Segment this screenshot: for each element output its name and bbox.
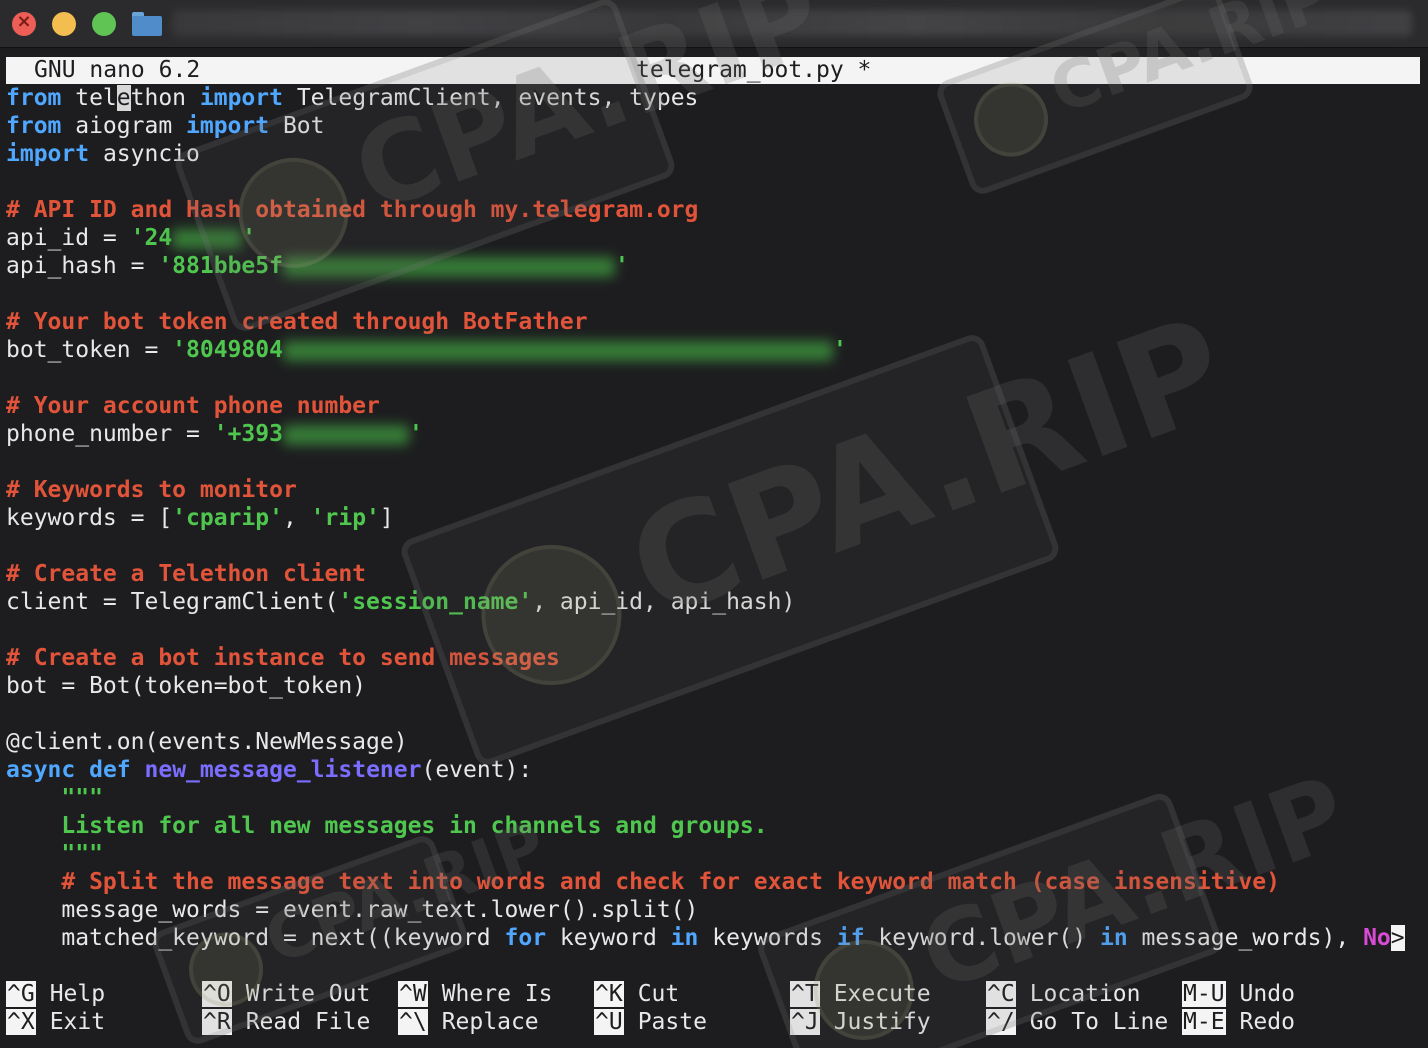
shortcut-read-file[interactable]: ^R Read File <box>202 1008 370 1036</box>
shortcut-help[interactable]: ^G Help <box>6 980 105 1008</box>
code-line: # Create a Telethon client <box>6 561 367 587</box>
text-cursor: e <box>116 85 131 111</box>
code-line: # Your bot token created through BotFath… <box>6 309 588 335</box>
code-line: api_hash = '881bbe5f ' <box>6 253 629 279</box>
code-line: import asyncio <box>6 141 200 167</box>
code-line: # API ID and Hash obtained through my.te… <box>6 197 699 223</box>
code-line: bot = Bot(token=bot_token) <box>6 673 367 699</box>
code-line: @client.on(events.NewMessage) <box>6 729 408 755</box>
code-line: message_words = event.raw_text.lower().s… <box>6 897 699 923</box>
code-line: keywords = ['cparip', 'rip'] <box>6 505 394 531</box>
code-line: from aiogram import Bot <box>6 113 325 139</box>
shortcut-undo[interactable]: M-U Undo <box>1182 980 1295 1008</box>
redacted-api-id <box>172 228 243 249</box>
zoom-window-button[interactable] <box>92 12 116 36</box>
code-line: matched_keyword = next((keyword for keyw… <box>6 925 1405 951</box>
code-line: api_id = '24 ' <box>6 225 257 251</box>
shortcut-go-to-line[interactable]: ^/Go To Line <box>986 1008 1168 1036</box>
shortcut-write-out[interactable]: ^O Write Out <box>202 980 370 1008</box>
shortcut-execute[interactable]: ^T Execute <box>790 980 931 1008</box>
shortcut-bar: ^G Help ^O Write Out ^W Where Is ^K Cut ^T Ex… <box>6 980 1420 1036</box>
minimize-window-button[interactable] <box>52 12 76 36</box>
code-line: Listen for all new messages in channels … <box>6 813 768 839</box>
shortcut-location[interactable]: ^C Location <box>986 980 1140 1008</box>
code-line: """ <box>6 841 103 867</box>
nano-version: GNU nano 6.2 <box>34 57 201 83</box>
code-line: client = TelegramClient('session_name', … <box>6 589 796 615</box>
nano-header-bar: GNU nano 6.2 telegram_bot.py * <box>6 57 1420 84</box>
editor-text-area[interactable]: from telethon import TelegramClient, eve… <box>6 84 1420 952</box>
shortcut-cut[interactable]: ^K Cut <box>594 980 679 1008</box>
code-line: """ <box>6 785 103 811</box>
blurred-window-title <box>172 10 1412 36</box>
shortcut-paste[interactable]: ^U Paste <box>594 1008 707 1036</box>
redacted-phone-number <box>282 424 409 445</box>
window-titlebar <box>0 0 1428 48</box>
shortcut-justify[interactable]: ^J Justify <box>790 1008 931 1036</box>
shortcut-replace[interactable]: ^\ Replace <box>398 1008 539 1036</box>
code-line: phone_number = '+393 ' <box>6 421 423 447</box>
file-name: telegram_bot.py * <box>636 57 872 83</box>
line-overflow-indicator: > <box>1390 925 1405 951</box>
code-line: bot_token = '8049804 ' <box>6 337 847 363</box>
code-line: async def new_message_listener(event): <box>6 757 533 783</box>
code-line: from telethon import TelegramClient, eve… <box>6 85 699 111</box>
redacted-api-hash <box>282 256 615 277</box>
shortcut-redo[interactable]: M-E Redo <box>1182 1008 1295 1036</box>
code-line: # Create a bot instance to send messages <box>6 645 560 671</box>
redacted-bot-token <box>282 340 833 361</box>
code-line: # Split the message text into words and … <box>6 869 1280 895</box>
close-window-button[interactable] <box>12 11 36 36</box>
code-line: # Your account phone number <box>6 393 380 419</box>
code-line: # Keywords to monitor <box>6 477 297 503</box>
shortcut-where-is[interactable]: ^W Where Is <box>398 980 552 1008</box>
shortcut-exit[interactable]: ^X Exit <box>6 1008 105 1036</box>
folder-icon <box>132 12 162 36</box>
